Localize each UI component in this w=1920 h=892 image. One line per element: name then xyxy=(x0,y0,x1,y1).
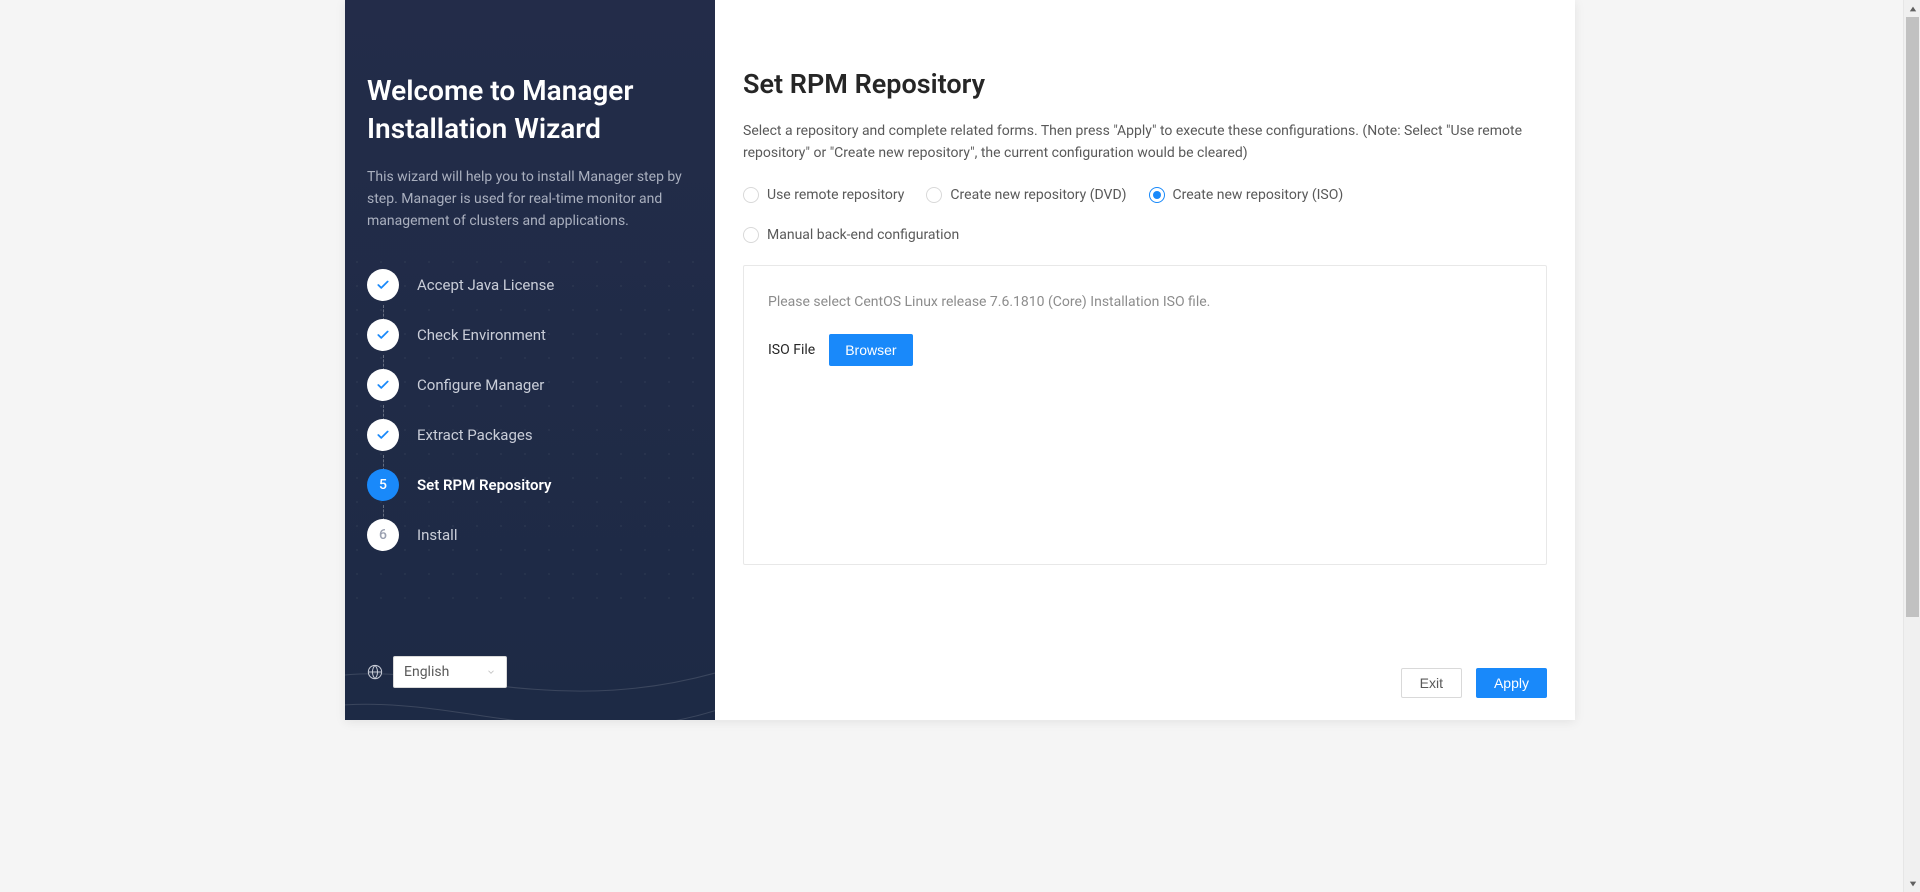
radio-icon xyxy=(743,227,759,243)
sidebar-description: This wizard will help you to install Man… xyxy=(367,166,687,233)
radio-manual-back-end-configuration[interactable]: Manual back-end configuration xyxy=(743,227,1547,243)
step-set-rpm-repository: 5 Set RPM Repository xyxy=(367,469,687,501)
radio-label: Create new repository (DVD) xyxy=(950,187,1126,203)
step-accept-java-license: Accept Java License xyxy=(367,269,687,301)
step-check-environment: Check Environment xyxy=(367,319,687,351)
repository-type-radio-group: Use remote repository Create new reposit… xyxy=(743,187,1547,243)
language-area: English xyxy=(367,656,507,688)
form-hint: Please select CentOS Linux release 7.6.1… xyxy=(768,294,1522,310)
step-label: Configure Manager xyxy=(417,376,544,394)
check-icon xyxy=(367,319,399,351)
sidebar: Welcome to Manager Installation Wizard T… xyxy=(345,0,715,720)
main-panel: Set RPM Repository Select a repository a… xyxy=(715,0,1575,720)
step-install: 6 Install xyxy=(367,519,687,551)
iso-file-label: ISO File xyxy=(768,342,815,358)
step-label: Accept Java License xyxy=(417,276,554,294)
iso-form-box: Please select CentOS Linux release 7.6.1… xyxy=(743,265,1547,565)
check-icon xyxy=(367,269,399,301)
wizard-container: Welcome to Manager Installation Wizard T… xyxy=(345,0,1575,720)
apply-button[interactable]: Apply xyxy=(1476,668,1547,698)
step-configure-manager: Configure Manager xyxy=(367,369,687,401)
chevron-down-icon xyxy=(486,667,496,677)
radio-create-new-repository-dvd[interactable]: Create new repository (DVD) xyxy=(926,187,1126,203)
sidebar-title: Welcome to Manager Installation Wizard xyxy=(367,72,687,148)
radio-label: Use remote repository xyxy=(767,187,904,203)
step-number: 6 xyxy=(367,519,399,551)
step-label: Install xyxy=(417,526,457,544)
footer-buttons: Exit Apply xyxy=(1401,668,1547,698)
iso-file-row: ISO File Browser xyxy=(768,334,1522,366)
step-number: 5 xyxy=(367,469,399,501)
check-icon xyxy=(367,419,399,451)
radio-icon xyxy=(743,187,759,203)
language-select[interactable]: English xyxy=(393,656,507,688)
step-label: Extract Packages xyxy=(417,426,533,444)
globe-icon xyxy=(367,664,383,680)
radio-icon xyxy=(1149,187,1165,203)
step-extract-packages: Extract Packages xyxy=(367,419,687,451)
radio-create-new-repository-iso[interactable]: Create new repository (ISO) xyxy=(1149,187,1344,203)
wizard-steps: Accept Java License Check Environment Co… xyxy=(367,269,687,551)
browse-button[interactable]: Browser xyxy=(829,334,912,366)
radio-label: Manual back-end configuration xyxy=(767,227,959,243)
exit-button[interactable]: Exit xyxy=(1401,668,1462,698)
page-description: Select a repository and complete related… xyxy=(743,120,1547,165)
scrollbar-up-arrow-icon[interactable] xyxy=(1904,0,1920,17)
step-label: Check Environment xyxy=(417,326,546,344)
radio-use-remote-repository[interactable]: Use remote repository xyxy=(743,187,904,203)
scrollbar-thumb[interactable] xyxy=(1906,17,1919,617)
page-title: Set RPM Repository xyxy=(743,68,1547,100)
step-label: Set RPM Repository xyxy=(417,476,551,494)
scrollbar-down-arrow-icon[interactable] xyxy=(1904,875,1920,892)
check-icon xyxy=(367,369,399,401)
vertical-scrollbar[interactable] xyxy=(1903,0,1920,892)
radio-icon xyxy=(926,187,942,203)
radio-label: Create new repository (ISO) xyxy=(1173,187,1344,203)
language-selected: English xyxy=(404,664,449,680)
